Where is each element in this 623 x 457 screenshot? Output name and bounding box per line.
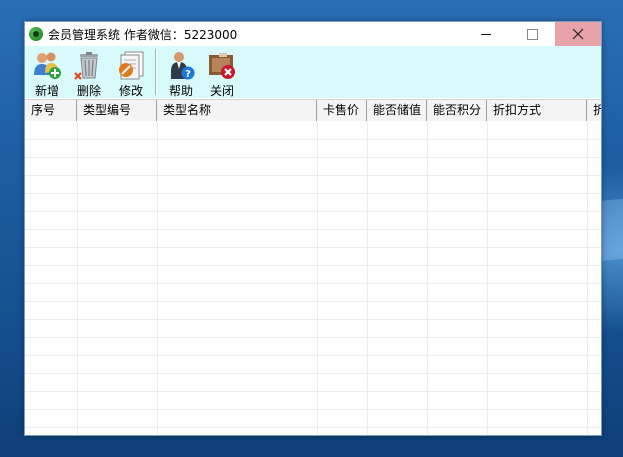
- help-button[interactable]: ? 帮助: [162, 48, 200, 98]
- maximize-button[interactable]: [509, 22, 555, 46]
- column-header-stored-value[interactable]: 能否储值: [367, 100, 427, 121]
- add-user-icon: [34, 52, 61, 79]
- toolbar: 新增 删除 修改 ? 帮助 关闭: [25, 46, 601, 98]
- grid-column-line: [367, 121, 368, 435]
- column-header-points[interactable]: 能否积分: [427, 100, 487, 121]
- grid-row-line: [25, 355, 601, 356]
- edit-label: 修改: [118, 84, 143, 98]
- grid-row-line: [25, 319, 601, 320]
- column-header-card-price[interactable]: 卡售价: [317, 100, 367, 121]
- maximize-icon: [526, 28, 538, 40]
- grid-column-line: [427, 121, 428, 435]
- grid-column-line: [77, 121, 78, 435]
- close-label: 关闭: [209, 84, 234, 98]
- edit-button[interactable]: 修改: [112, 48, 150, 98]
- minimize-button[interactable]: [463, 22, 509, 46]
- delete-label: 删除: [76, 84, 101, 98]
- edit-document-icon: [119, 51, 144, 80]
- grid-row-line: [25, 427, 601, 428]
- app-window: 会员管理系统 作者微信：5223000 新增 删除 修改 ? 帮助 关闭 序号 …: [24, 21, 602, 436]
- grid-row-line: [25, 193, 601, 194]
- grid-row-line: [25, 337, 601, 338]
- grid-row-line: [25, 391, 601, 392]
- grid-row-line: [25, 409, 601, 410]
- data-grid[interactable]: [25, 121, 601, 435]
- close-icon: [572, 28, 584, 40]
- help-label: 帮助: [168, 84, 193, 98]
- add-button[interactable]: 新增: [28, 48, 66, 98]
- close-app-button[interactable]: 关闭: [203, 48, 241, 98]
- grid-row-line: [25, 247, 601, 248]
- grid-row-line: [25, 229, 601, 230]
- column-header-type-code[interactable]: 类型编号: [77, 100, 157, 121]
- add-label: 新增: [34, 84, 59, 98]
- help-icon: ?: [171, 52, 195, 80]
- grid-column-line: [317, 121, 318, 435]
- delete-button[interactable]: 删除: [70, 48, 108, 98]
- exit-icon: [209, 53, 235, 79]
- svg-text:?: ?: [185, 69, 191, 80]
- column-header-discount-method[interactable]: 折扣方式: [487, 100, 587, 121]
- grid-row-line: [25, 301, 601, 302]
- minimize-icon: [481, 33, 491, 35]
- column-header-type-name[interactable]: 类型名称: [157, 100, 317, 121]
- window-title: 会员管理系统 作者微信：5223000: [48, 28, 238, 42]
- grid-column-line: [487, 121, 488, 435]
- grid-row-line: [25, 283, 601, 284]
- grid-column-line: [157, 121, 158, 435]
- grid-row-line: [25, 373, 601, 374]
- app-icon: [29, 27, 43, 41]
- trash-icon: [74, 52, 98, 80]
- grid-row-line: [25, 139, 601, 140]
- grid-row-line: [25, 175, 601, 176]
- grid-row-line: [25, 265, 601, 266]
- column-header-discount-partial[interactable]: 折: [587, 100, 601, 121]
- grid-row-line: [25, 211, 601, 212]
- column-header-index[interactable]: 序号: [25, 100, 77, 121]
- grid-column-line: [587, 121, 588, 435]
- grid-header: 序号 类型编号 类型名称 卡售价 能否储值 能否积分 折扣方式 折: [25, 99, 601, 122]
- grid-row-line: [25, 157, 601, 158]
- close-window-button[interactable]: [555, 22, 601, 46]
- toolbar-separator: [155, 49, 157, 95]
- title-bar[interactable]: 会员管理系统 作者微信：5223000: [25, 22, 601, 46]
